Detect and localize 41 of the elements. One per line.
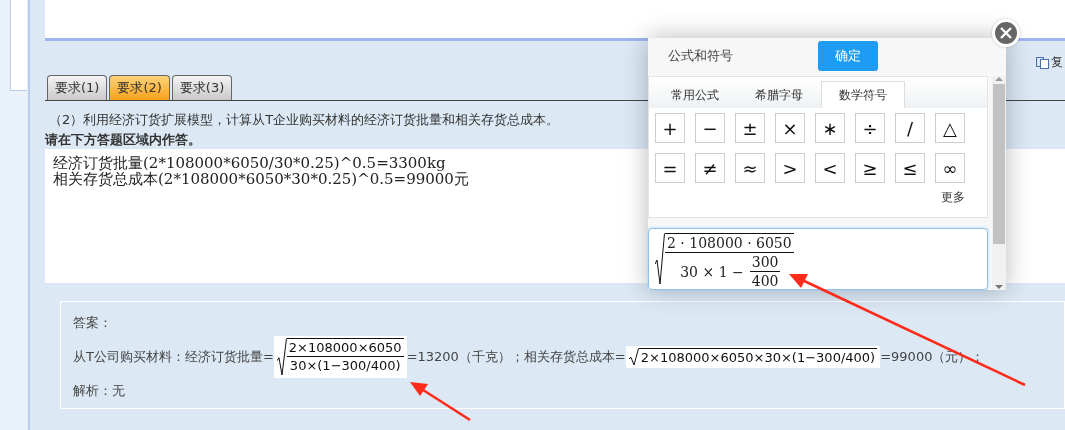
annotation-arrow (410, 382, 471, 422)
document-icon (1036, 56, 1049, 69)
requirement-tab[interactable]: 要求(3) (171, 75, 233, 100)
symbol-key[interactable]: ± (735, 113, 765, 143)
symbol-key[interactable]: ≥ (855, 153, 885, 183)
symbol-key[interactable]: ∞ (935, 153, 965, 183)
symbol-tab[interactable]: 数学符号 (821, 81, 905, 108)
radical-sign-icon (276, 338, 287, 376)
more-link[interactable]: 更多 (941, 189, 965, 206)
symbol-key[interactable]: < (815, 153, 845, 183)
scrollbar[interactable] (992, 76, 1006, 290)
question-text: （2）利用经济订货扩展模型，计算从T企业购买材料的经济订货批量和相关存货总成本。 (48, 111, 560, 129)
symbol-key[interactable]: / (895, 113, 925, 143)
symbol-key[interactable]: − (695, 113, 725, 143)
radical-sign-icon (655, 233, 665, 285)
instruction-text: 请在下方答题区域内作答。 (45, 131, 202, 149)
symbol-key[interactable]: ∗ (815, 113, 845, 143)
symbol-key[interactable]: ≈ (735, 153, 765, 183)
close-icon (1000, 27, 1012, 39)
symbol-tab[interactable]: 常用公式 (653, 81, 737, 108)
formula-image: 2×108000×6050 30×(1−300/400) (273, 336, 407, 378)
symbol-key[interactable]: ≤ (895, 153, 925, 183)
answer-heading: 答案： (73, 314, 113, 332)
symbol-key[interactable]: ÷ (855, 113, 885, 143)
symbol-key[interactable]: × (775, 113, 805, 143)
symbol-tab[interactable]: 希腊字母 (737, 81, 821, 108)
formula-image: 2×108000×6050×30×(1−300/400) (625, 346, 881, 368)
requirement-tab[interactable]: 要求(1) (47, 75, 108, 100)
symbol-key[interactable]: △ (935, 113, 965, 143)
answer-text: =13200（千克）；相关存货总成本= (406, 348, 626, 366)
dialog-title: 公式和符号 (668, 47, 734, 65)
analysis-text: 解析：无 (73, 382, 126, 400)
copy-link[interactable]: 复 (1036, 54, 1063, 71)
symbol-key[interactable]: > (775, 153, 805, 183)
symbol-key[interactable]: = (655, 153, 685, 183)
radical-sign-icon (628, 348, 639, 366)
requirement-tab[interactable]: 要求(2) (109, 75, 170, 100)
answer-text: 从T公司购买材料：经济订货批量= (73, 348, 274, 366)
symbol-key[interactable]: ≠ (695, 153, 725, 183)
scroll-up-icon (995, 76, 1003, 82)
symbol-key[interactable]: + (655, 113, 685, 143)
